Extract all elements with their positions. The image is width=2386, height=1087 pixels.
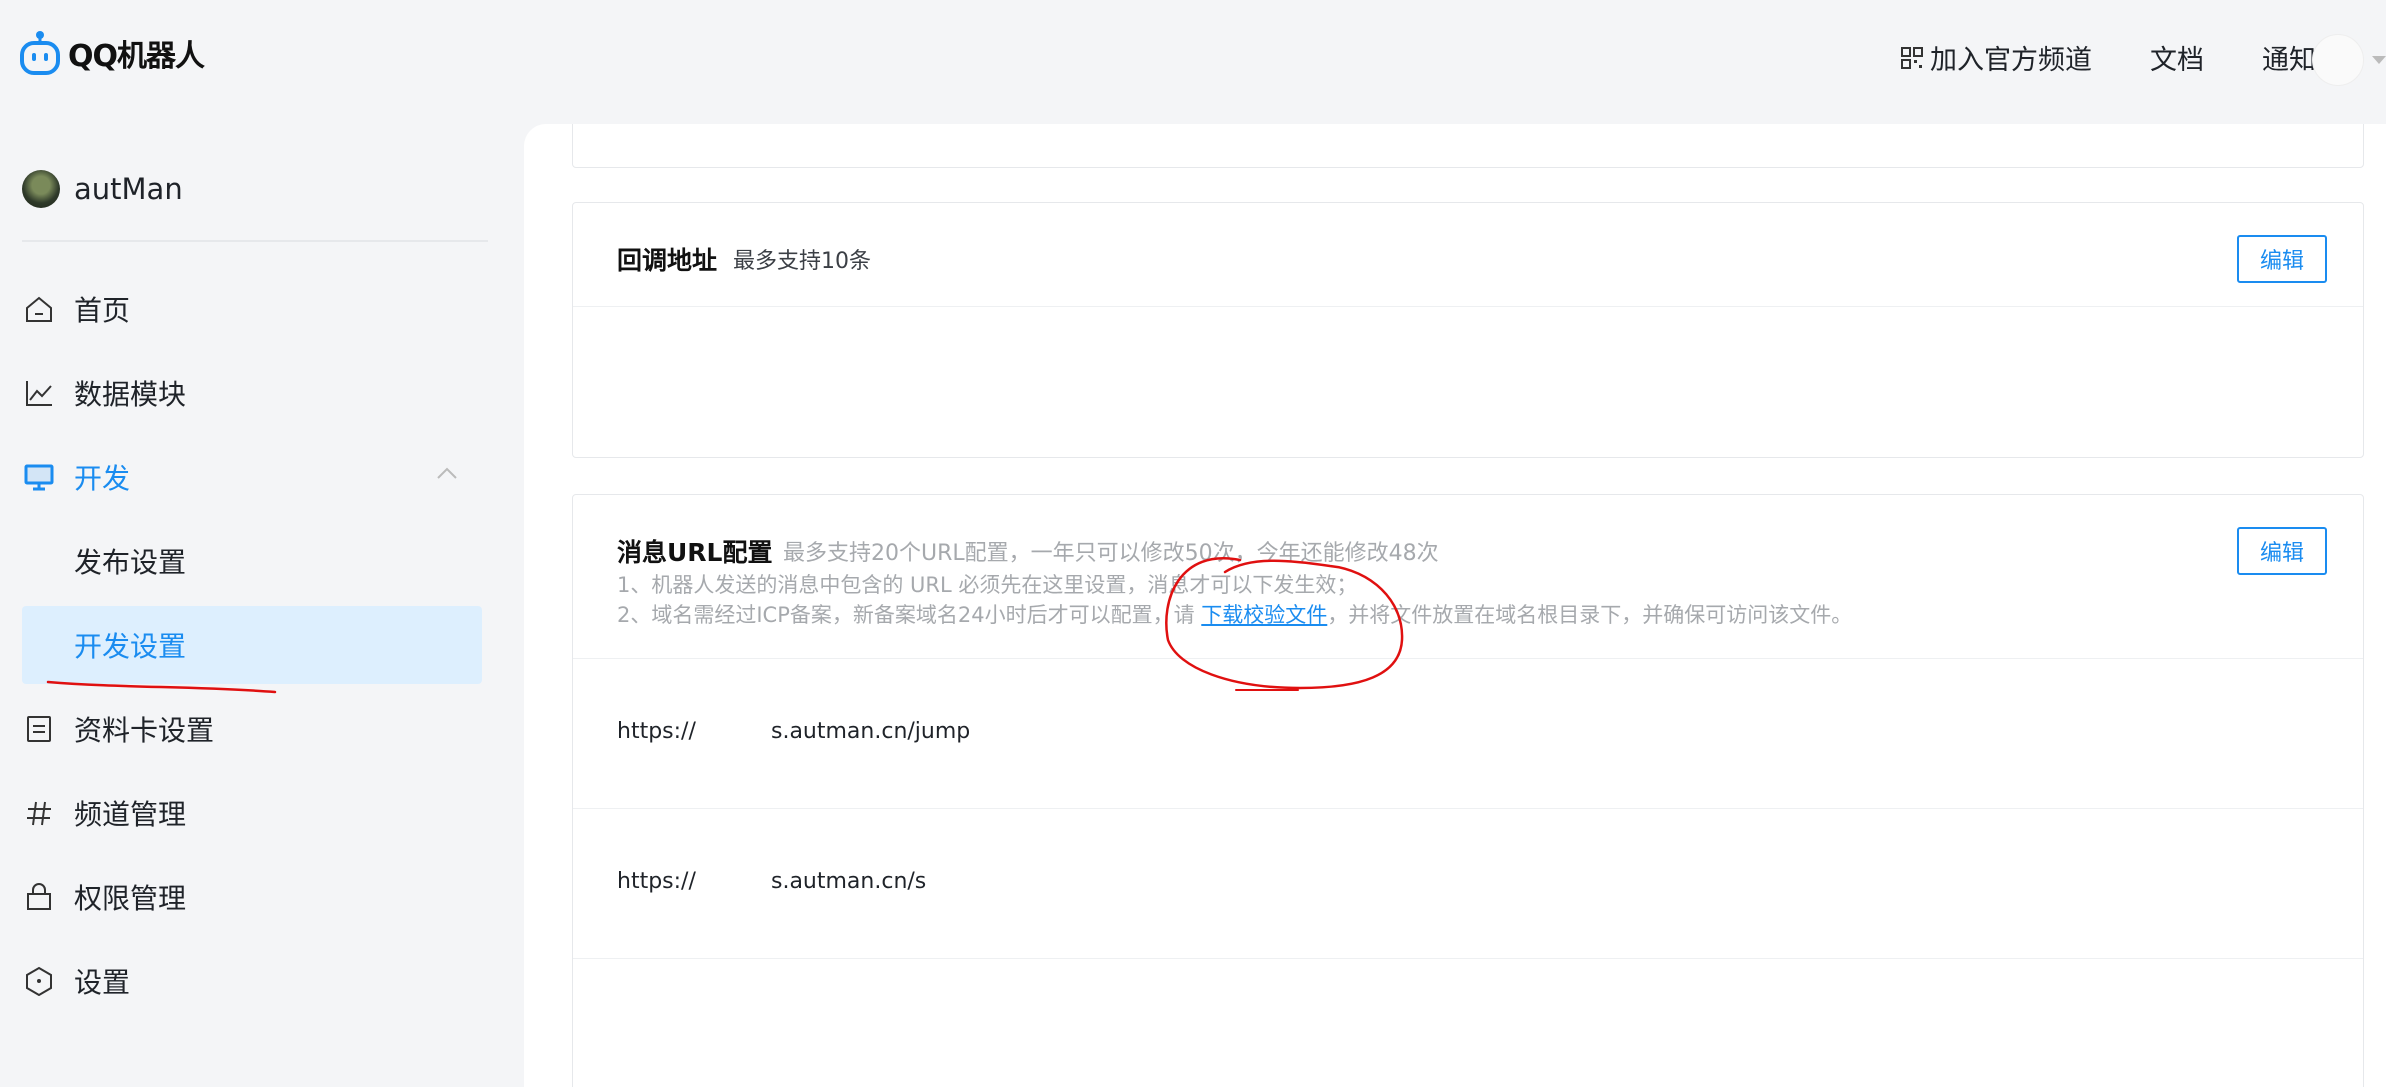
message-url-note-2: 2、域名需经过ICP备案，新备案域名24小时后才可以配置，请 下载校验文件，并将… <box>617 599 1852 629</box>
callback-card: 回调地址 最多支持10条 编辑 <box>572 202 2364 458</box>
sidebar-item-label: 发布设置 <box>74 546 187 579</box>
lock-icon <box>22 880 56 914</box>
top-nav: 加入官方频道 文档 通知 <box>1842 38 2316 77</box>
user-avatar[interactable] <box>2312 34 2364 86</box>
join-channel-label: 加入官方频道 <box>1930 45 2092 76</box>
logo-text: QQ机器人 <box>68 39 205 74</box>
qr-grid-icon <box>1901 46 1923 69</box>
chevron-up-icon <box>437 467 457 479</box>
callback-edit-button[interactable]: 编辑 <box>2237 235 2327 283</box>
qq-bot-logo[interactable]: QQ机器人 <box>20 30 205 76</box>
sidebar-item-label: 开发设置 <box>74 630 187 663</box>
main-content: 回调地址 最多支持10条 编辑 消息URL配置 最多支持20个URL配置，一年只… <box>524 124 2386 1087</box>
message-url-card: 消息URL配置 最多支持20个URL配置，一年只可以修改50次，今年还能修改48… <box>572 494 2364 1087</box>
sidebar-item-label: 数据模块 <box>74 378 187 411</box>
robot-icon <box>20 31 60 75</box>
message-url-subtitle: 最多支持20个URL配置，一年只可以修改50次，今年还能修改48次 <box>783 541 1439 566</box>
sidebar-item-label: 首页 <box>74 294 131 327</box>
sidebar-item-develop[interactable]: 开发 <box>22 438 482 516</box>
url-host: s.autman.cn/s <box>771 869 927 894</box>
callback-title: 回调地址 <box>617 246 718 275</box>
sidebar-item-settings[interactable]: 设置 <box>22 942 482 1020</box>
sidebar-item-dev-settings[interactable]: 开发设置 <box>22 606 482 684</box>
line-chart-icon <box>22 376 56 410</box>
url-host: s.autman.cn/jump <box>771 719 971 744</box>
monitor-icon <box>22 460 56 494</box>
hash-icon <box>22 796 56 830</box>
sidebar-item-label: 资料卡设置 <box>74 714 215 747</box>
sidebar-item-data[interactable]: 数据模块 <box>22 354 482 432</box>
bot-name: autMan <box>74 172 183 206</box>
join-channel-link[interactable]: 加入官方频道 <box>1900 38 2092 77</box>
url-row: https:// s.autman.cn/s <box>573 809 2363 959</box>
sidebar-item-profile-card[interactable]: 资料卡设置 <box>22 690 482 768</box>
note-2-suffix: ，并将文件放置在域名根目录下，并确保可访问该文件。 <box>1327 603 1853 627</box>
message-url-card-header: 消息URL配置 最多支持20个URL配置，一年只可以修改50次，今年还能修改48… <box>573 495 2363 659</box>
sidebar-item-publish-settings[interactable]: 发布设置 <box>22 522 482 600</box>
callback-subtitle: 最多支持10条 <box>733 249 871 274</box>
docs-link[interactable]: 文档 <box>2150 38 2204 77</box>
url-protocol: https:// <box>617 869 696 894</box>
docs-label: 文档 <box>2150 45 2204 76</box>
sidebar-item-label: 设置 <box>74 966 131 999</box>
sidebar: autMan 首页 数据模块 开发 发布设置 开发设置 资料卡设置 频道管理 权… <box>0 120 510 1087</box>
url-row: https:// s.autman.cn/jump <box>573 659 2363 809</box>
sidebar-item-label: 权限管理 <box>74 882 187 915</box>
notify-link[interactable]: 通知 <box>2262 38 2316 77</box>
message-url-title: 消息URL配置 <box>617 538 773 567</box>
sidebar-item-label: 频道管理 <box>74 798 187 831</box>
home-icon <box>22 292 56 326</box>
card-icon <box>22 712 56 746</box>
hexagon-icon <box>22 964 56 998</box>
chevron-down-icon[interactable] <box>2372 56 2386 64</box>
download-verify-file-link[interactable]: 下载校验文件 <box>1201 603 1327 627</box>
sidebar-item-channel-manage[interactable]: 频道管理 <box>22 774 482 852</box>
message-url-note-1: 1、机器人发送的消息中包含的 URL 必须先在这里设置，消息才可以下发生效； <box>617 573 1358 597</box>
callback-card-header: 回调地址 最多支持10条 编辑 <box>573 203 2363 307</box>
sidebar-item-permissions[interactable]: 权限管理 <box>22 858 482 936</box>
previous-card <box>572 124 2364 168</box>
sidebar-divider <box>22 240 488 242</box>
note-2-prefix: 2、域名需经过ICP备案，新备案域名24小时后才可以配置，请 <box>617 603 1202 627</box>
url-protocol: https:// <box>617 719 696 744</box>
bot-avatar <box>22 170 60 208</box>
bot-info: autMan <box>22 170 183 208</box>
notify-label: 通知 <box>2262 45 2316 76</box>
sidebar-item-label: 开发 <box>74 462 131 495</box>
top-bar: QQ机器人 加入官方频道 文档 通知 <box>0 0 2386 120</box>
sidebar-item-home[interactable]: 首页 <box>22 270 482 348</box>
message-url-edit-button[interactable]: 编辑 <box>2237 527 2327 575</box>
